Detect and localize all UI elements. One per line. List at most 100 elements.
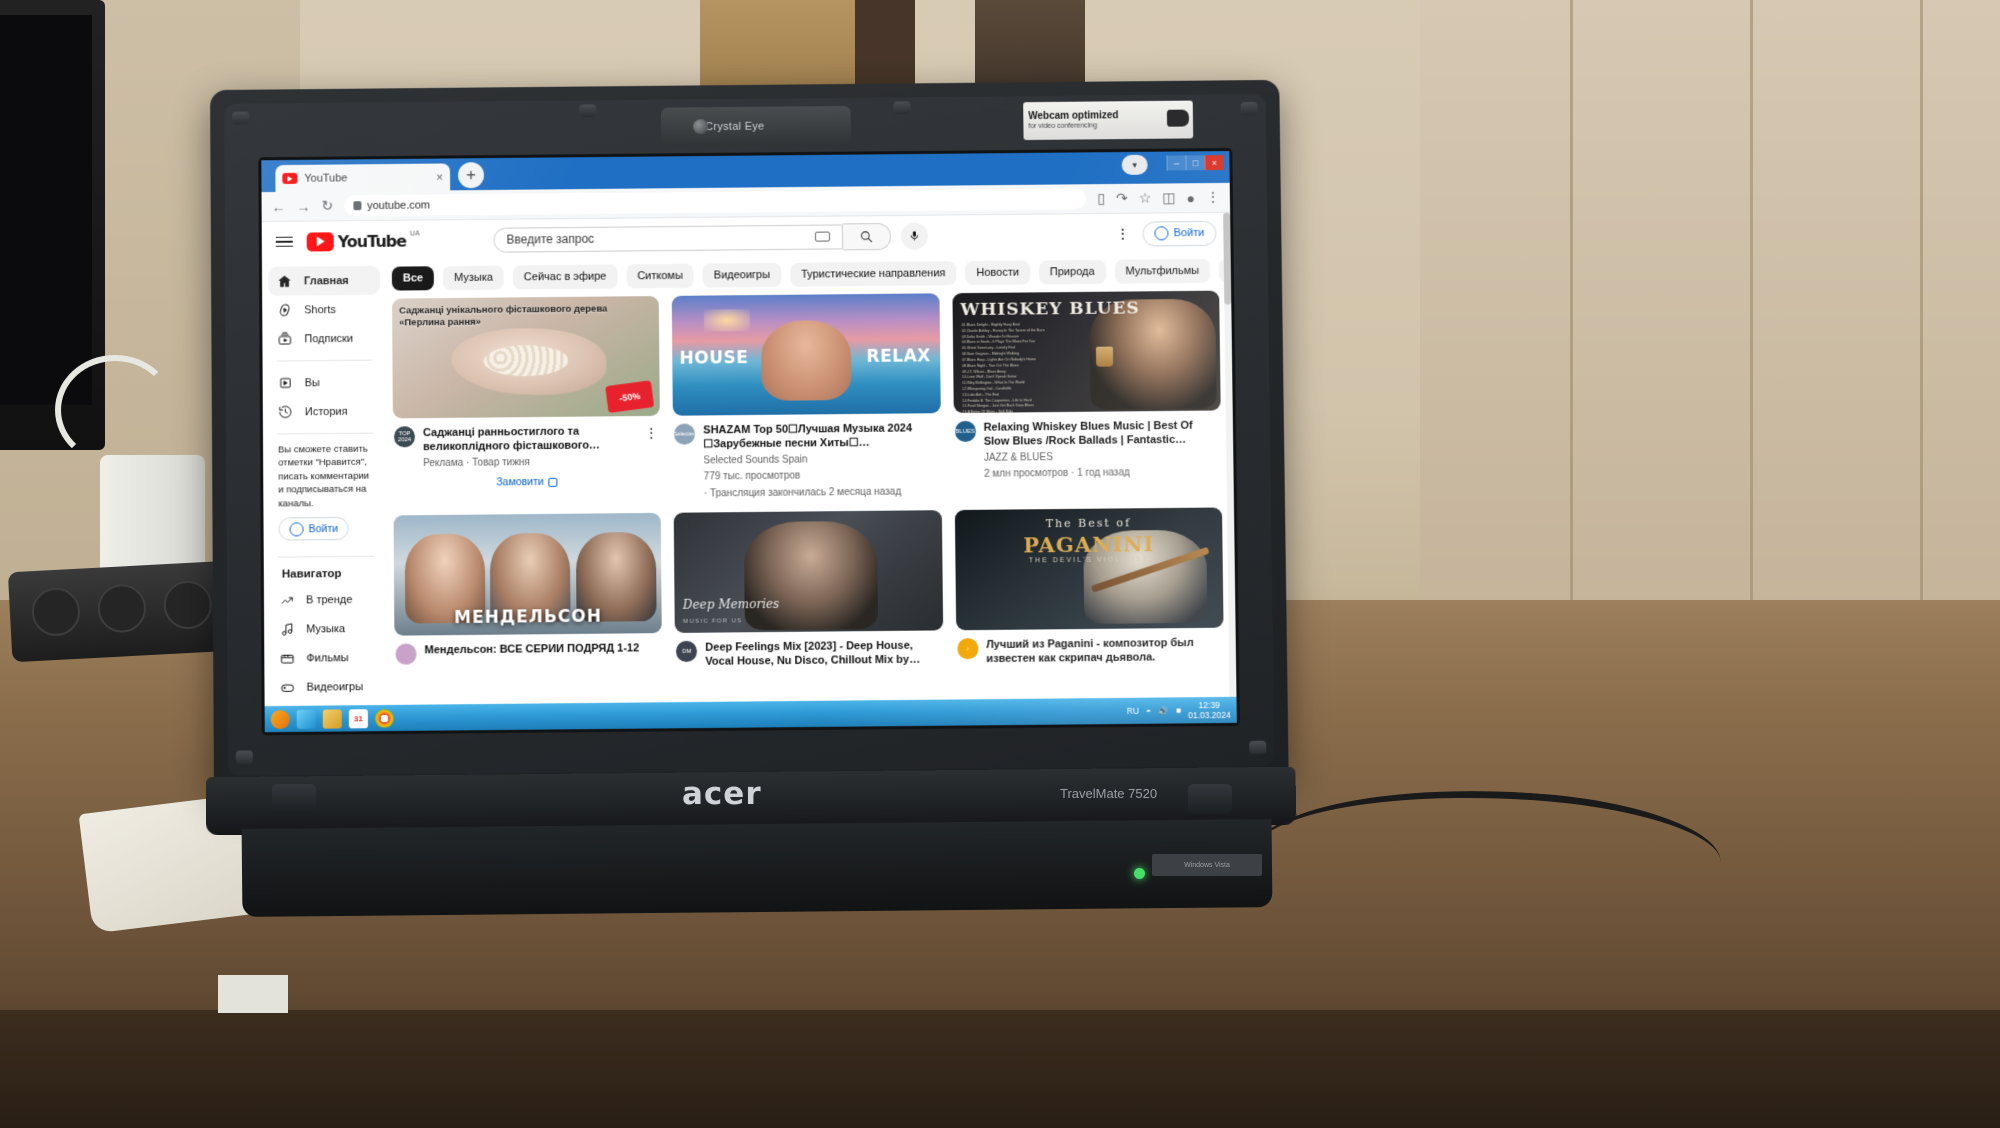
sidebar-item-you[interactable]: Вы [269, 368, 381, 398]
sidebar-item-gaming[interactable]: Видеоигры [270, 672, 382, 702]
chrome-icon[interactable] [374, 708, 395, 728]
clock[interactable]: 12:39 01.03.2024 [1188, 700, 1231, 721]
thumbnail[interactable]: WHISKEY BLUES 01.Blues Delight - Slightl… [952, 290, 1221, 414]
sidebar-item-subscriptions[interactable]: Подписки [268, 324, 380, 354]
channel-avatar[interactable]: DM [676, 640, 698, 663]
sidebar-item-music[interactable]: Музыка [270, 614, 382, 644]
chip-gaming[interactable]: Видеоигры [702, 262, 782, 288]
video-title[interactable]: Relaxing Whiskey Blues Music | Best Of S… [984, 418, 1221, 449]
thumbnail[interactable]: Deep Memories MUSIC FOR US [674, 510, 943, 634]
channel-name[interactable]: Selected Sounds Spain [704, 452, 941, 469]
volume-icon[interactable]: 🔊 [1158, 705, 1169, 716]
channel-avatar[interactable]: BLUES [954, 420, 976, 443]
channel-avatar[interactable]: ♪ [956, 638, 979, 660]
card-text: Deep Feelings Mix [2023] - Deep House, V… [705, 639, 942, 670]
profile-icon[interactable]: ● [1186, 190, 1195, 206]
sidebar-signin-button[interactable]: Войти [278, 517, 350, 541]
card-menu-icon[interactable]: ⋮ [643, 424, 659, 469]
video-card-paganini[interactable]: The Best of PAGANINI THE DEVIL'S VIOLINI… [954, 507, 1225, 667]
chip-live[interactable]: Сейчас в эфире [512, 264, 618, 290]
chip-nature[interactable]: Природа [1038, 259, 1106, 285]
acer-logo: acer [682, 776, 762, 812]
video-card-whiskey-blues[interactable]: WHISKEY BLUES 01.Blues Delight - Slightl… [952, 290, 1222, 499]
video-card-ad-pistachio[interactable]: Саджанці унікального фісташкового дерева… [392, 296, 661, 505]
chip-cartoons[interactable]: Мультфильмы [1114, 258, 1211, 284]
stream-info: · Трансляция закончилась 2 месяца назад [703, 486, 902, 500]
close-window-button[interactable]: × [1204, 155, 1224, 171]
chip-all[interactable]: Все [391, 266, 435, 291]
video-title[interactable]: Лучший из Paganini - композитор был изве… [986, 636, 1223, 667]
chip-news[interactable]: Новости [965, 260, 1031, 286]
battery-icon[interactable]: ■ [1176, 705, 1181, 715]
network-icon[interactable]: ◓ [1146, 706, 1151, 716]
address-bar[interactable]: youtube.com [344, 188, 1087, 217]
language-indicator[interactable]: RU [1127, 706, 1139, 716]
reload-icon[interactable]: ↻ [321, 197, 333, 214]
thumb-person [760, 320, 853, 401]
search-button[interactable] [842, 222, 892, 250]
lid-screw [235, 750, 253, 764]
video-title[interactable]: Deep Feelings Mix [2023] - Deep House, V… [705, 639, 942, 670]
card-meta: BLUES Relaxing Whiskey Blues Music | Bes… [953, 410, 1221, 482]
youtube-sidebar: Главная Shorts Подписки Вы История Вы см… [262, 261, 383, 732]
sidebar-item-films[interactable]: Фильмы [270, 643, 382, 673]
channel-name[interactable]: JAZZ & BLUES [984, 449, 1221, 466]
signin-button[interactable]: Войти [1142, 220, 1217, 246]
thumbnail[interactable]: МЕНДЕЛЬСОН [393, 512, 663, 636]
video-title[interactable]: Саджанці ранньостиглого та великоплідног… [423, 424, 636, 455]
back-icon[interactable]: ← [272, 198, 286, 214]
star-icon[interactable]: ☆ [1139, 190, 1152, 207]
close-tab-icon[interactable]: × [436, 170, 443, 184]
video-title[interactable]: SHAZAM Top 50☐Лучшая Музыка 2024 ☐Зарубе… [703, 421, 940, 452]
sidebar-item-history[interactable]: История [269, 397, 381, 427]
share-icon[interactable]: ↷ [1116, 190, 1128, 207]
lid-screw [579, 104, 597, 118]
video-card-deep-feelings[interactable]: Deep Memories MUSIC FOR US DM Deep Feeli… [674, 510, 943, 669]
channel-avatar[interactable]: Selected [674, 423, 696, 445]
voice-search-button[interactable] [900, 222, 929, 250]
cast-icon[interactable]: ▯ [1097, 190, 1105, 207]
webcam-module: Crystal Eye [661, 105, 852, 148]
video-card-shazam-top50[interactable]: HOUSE RELAX Selected SHAZAM Top 50☐Лучша… [672, 293, 941, 501]
thumbnail[interactable]: The Best of PAGANINI THE DEVIL'S VIOLINI… [954, 507, 1224, 631]
laptop-lid: Crystal Eye Webcam optimized for video c… [210, 79, 1289, 790]
youtube-logo[interactable]: YouTube UA [306, 230, 420, 252]
sidebar-item-shorts[interactable]: Shorts [268, 295, 380, 325]
sidebar-label: В тренде [305, 593, 353, 607]
minimize-button[interactable]: – [1166, 155, 1186, 171]
thumbnail[interactable]: Саджанці унікального фісташкового дерева… [392, 296, 661, 419]
video-grid: Саджанці унікального фісташкового дерева… [380, 290, 1236, 673]
lid-foot [272, 784, 316, 814]
hamburger-menu-icon[interactable] [275, 236, 293, 248]
forward-icon[interactable]: → [296, 198, 310, 214]
explorer-icon[interactable] [296, 709, 316, 729]
start-icon[interactable] [270, 709, 290, 729]
video-title[interactable]: Мендельсон: ВСЕ СЕРИИ ПОДРЯД 1-12 [424, 641, 661, 658]
sidepanel-icon[interactable]: ◫ [1162, 189, 1175, 206]
chip-sitcoms[interactable]: Ситкомы [626, 263, 694, 289]
thumbnail[interactable]: HOUSE RELAX [672, 293, 941, 416]
sidebar-item-trending[interactable]: В тренде [270, 585, 382, 615]
sidebar-item-home[interactable]: Главная [267, 265, 381, 296]
scrollbar-thumb[interactable] [1223, 212, 1232, 305]
browser-menu-icon[interactable]: ⋮ [1206, 189, 1220, 206]
thumbnail-text-2: PAGANINI [1023, 531, 1155, 558]
header-menu-icon[interactable]: ⋮ [1116, 225, 1130, 242]
calendar-icon[interactable]: 31 [348, 708, 368, 728]
channel-avatar[interactable]: TOP 2024 [393, 426, 416, 448]
keyboard-icon[interactable] [815, 231, 831, 242]
tab-search-chevron-down-icon[interactable]: ▾ [1121, 154, 1148, 175]
search-input[interactable]: Введите запрос [493, 223, 844, 253]
chip-music[interactable]: Музыка [442, 265, 504, 291]
chip-travel[interactable]: Туристические направления [789, 261, 957, 287]
channel-avatar[interactable] [395, 643, 417, 665]
white-cable [55, 355, 175, 465]
browser-tab-youtube[interactable]: YouTube × [275, 163, 451, 193]
ad-cta-button[interactable]: Замовити [393, 475, 661, 490]
video-card-mendelson[interactable]: МЕНДЕЛЬСОН Мендельсон: ВСЕ СЕРИИ ПОДРЯД … [393, 512, 663, 672]
music-icon [278, 621, 295, 638]
maximize-button[interactable]: □ [1185, 155, 1205, 171]
new-tab-button[interactable]: + [457, 162, 485, 189]
folder-icon[interactable] [322, 708, 342, 729]
history-icon [277, 403, 294, 420]
